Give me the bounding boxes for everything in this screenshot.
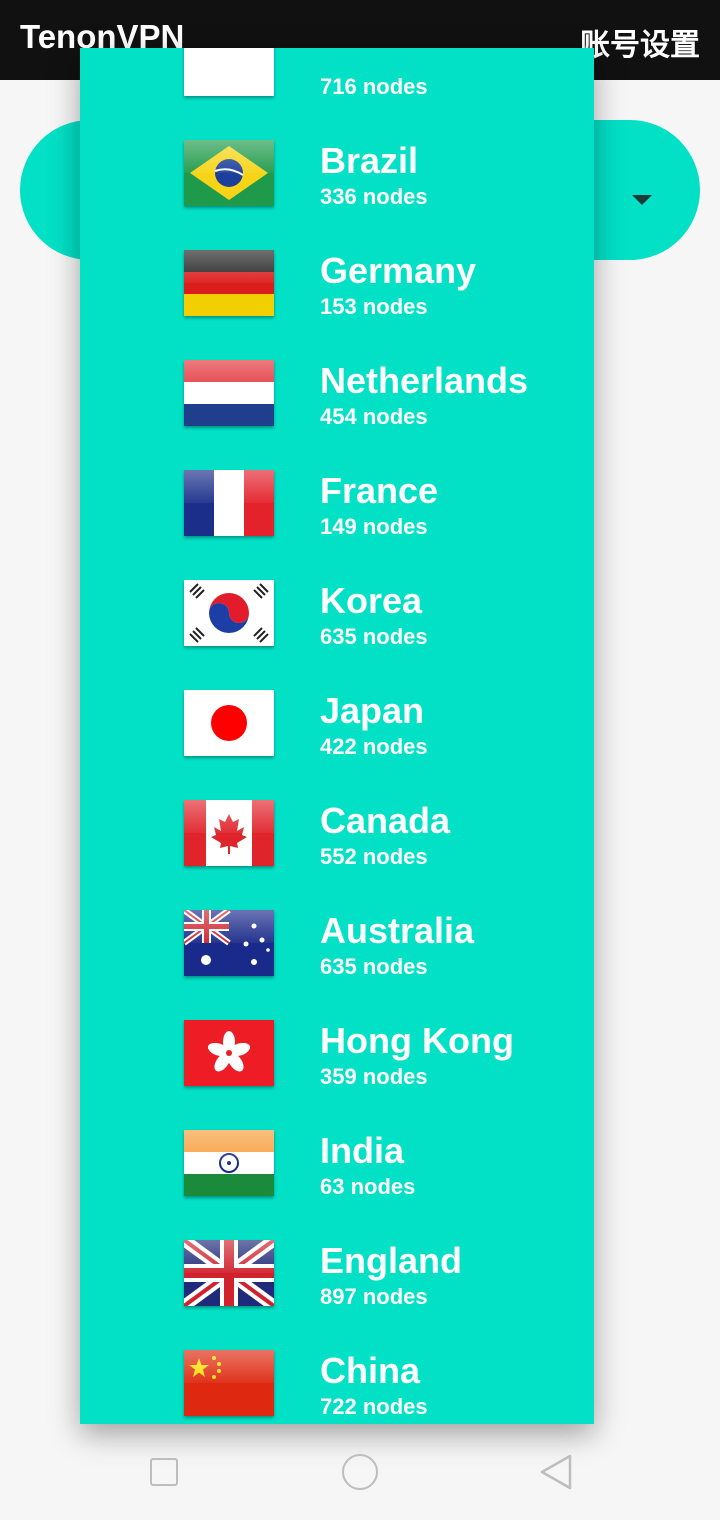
country-item-korea[interactable]: Korea 635 nodes [80,558,594,668]
country-name: France [320,470,439,511]
dropdown-caret-icon[interactable] [632,195,652,205]
country-item-japan[interactable]: Japan 422 nodes [80,668,594,778]
country-name: India [320,1130,405,1171]
flag-india-icon [184,1130,274,1196]
home-circle-icon[interactable] [342,1454,378,1490]
flag-australia-icon [184,910,274,976]
country-node-count: 552 nodes [320,844,428,869]
country-item[interactable]: 716 nodes [80,48,594,118]
country-name: Brazil [320,140,419,181]
country-name: Hong Kong [320,1020,514,1061]
system-nav-bar [0,1424,720,1520]
country-name: Canada [320,800,451,841]
country-node-count: 897 nodes [320,1284,428,1309]
country-name: China [320,1350,421,1391]
country-name: Japan [320,690,425,731]
partial-flag-icon [184,48,274,96]
country-item-germany[interactable]: Germany 153 nodes [80,228,594,338]
country-item-australia[interactable]: Australia 635 nodes [80,888,594,998]
country-item-canada[interactable]: Canada 552 nodes [80,778,594,888]
country-node-count: 422 nodes [320,734,428,759]
country-name: Netherlands [320,360,529,401]
country-node-count: 454 nodes [320,404,428,429]
flag-netherlands-icon [184,360,274,426]
country-item-china[interactable]: China 722 nodes [80,1328,594,1424]
back-triangle-icon[interactable] [538,1454,574,1490]
country-node-count: 359 nodes [320,1064,428,1089]
country-dropdown-list: 716 nodes Brazil 336 nodes Germany 153 n… [80,48,594,1424]
country-item-france[interactable]: France 149 nodes [80,448,594,558]
country-name: England [320,1240,462,1281]
country-node-count: 722 nodes [320,1394,428,1419]
country-node-count: 153 nodes [320,294,428,319]
country-item-india[interactable]: India 63 nodes [80,1108,594,1218]
country-node-count: 635 nodes [320,624,428,649]
country-node-count: 336 nodes [320,184,428,209]
country-name: Germany [320,250,477,291]
country-node-count: 716 nodes [320,74,428,99]
country-name: Australia [320,910,475,951]
flag-uk-icon [184,1240,274,1306]
flag-korea-icon [184,580,274,646]
flag-canada-icon [184,800,274,866]
flag-china-icon [184,1350,274,1416]
flag-brazil-icon [184,140,274,206]
country-item-brazil[interactable]: Brazil 336 nodes [80,118,594,228]
country-node-count: 635 nodes [320,954,428,979]
flag-japan-icon [184,690,274,756]
country-item-hongkong[interactable]: Hong Kong 359 nodes [80,998,594,1108]
country-item-netherlands[interactable]: Netherlands 454 nodes [80,338,594,448]
flag-hongkong-icon [184,1020,274,1086]
country-name: Korea [320,580,423,621]
flag-france-icon [184,470,274,536]
recent-apps-square-icon[interactable] [150,1458,178,1486]
country-item-england[interactable]: England 897 nodes [80,1218,594,1328]
country-node-count: 63 nodes [320,1174,416,1199]
flag-germany-icon [184,250,274,316]
country-node-count: 149 nodes [320,514,428,539]
account-settings-button[interactable]: 账号设置 [580,20,700,64]
